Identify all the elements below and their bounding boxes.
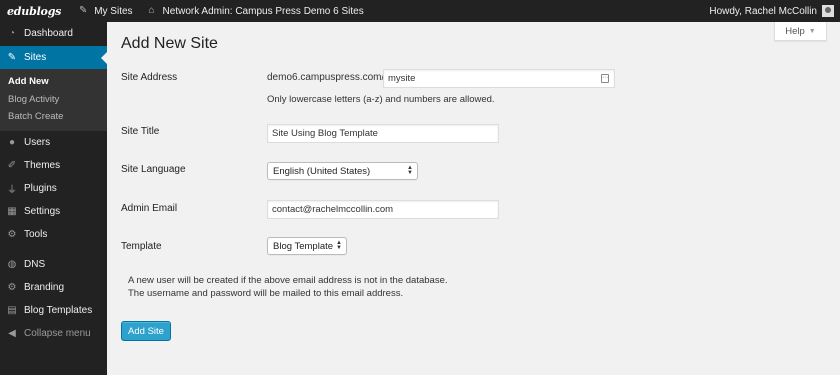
edublogs-logo[interactable]: edublogs	[0, 0, 71, 22]
submenu-blog-activity[interactable]: Blog Activity	[0, 91, 107, 109]
admin-bar: edublogs ✎ My Sites ⌂ Network Admin: Cam…	[0, 0, 840, 22]
help-label: Help	[785, 25, 805, 37]
site-address-prefix: demo6.campuspress.com/	[267, 72, 385, 83]
chevron-down-icon: ▼	[808, 27, 816, 35]
my-sites-label: My Sites	[94, 5, 133, 17]
sidebar-item-label: Tools	[24, 228, 48, 240]
collapse-menu-button[interactable]: ◀ Collapse menu	[0, 322, 107, 345]
globe-icon: ◍	[7, 258, 17, 270]
paintbrush-icon: ✐	[7, 159, 17, 171]
submenu-add-new[interactable]: Add New	[0, 73, 107, 91]
page-title: Add New Site	[121, 35, 218, 52]
site-language-select[interactable]: English (United States) ▲ ▼	[267, 162, 418, 180]
add-site-button[interactable]: Add Site	[121, 321, 171, 341]
email-note-line: The username and password will be mailed…	[128, 288, 404, 299]
key-icon: ⋯	[601, 74, 609, 83]
sites-submenu: Add New Blog Activity Batch Create	[0, 69, 107, 131]
sidebar-item-plugins[interactable]: ⏚ Plugins	[0, 177, 107, 200]
sidebar-item-branding[interactable]: ⚙ Branding	[0, 276, 107, 299]
site-language-label: Site Language	[121, 164, 186, 175]
email-note: A new user will be created if the above …	[128, 274, 448, 300]
site-address-input[interactable]: mysite ⋯	[383, 69, 615, 88]
howdy-label: Howdy, Rachel McCollin	[709, 5, 817, 17]
plug-icon: ⏚	[7, 184, 17, 196]
wrench-icon: ✎	[7, 52, 17, 63]
sidebar-item-blog-templates[interactable]: ▤ Blog Templates	[0, 299, 107, 322]
sidebar-item-label: Plugins	[24, 182, 57, 194]
user-icon: ●	[8, 136, 16, 148]
sidebar-item-sites[interactable]: ✎ Sites	[0, 46, 107, 69]
sidebar-item-settings[interactable]: ▦ Settings	[0, 200, 107, 223]
template-value: Blog Template	[273, 240, 334, 252]
sidebar-item-label: Branding	[24, 281, 65, 293]
collapse-menu-label: Collapse menu	[24, 327, 91, 339]
submenu-batch-create[interactable]: Batch Create	[0, 108, 107, 126]
sidebar-item-tools[interactable]: ⚙ Tools	[0, 223, 107, 246]
admin-email-input[interactable]: contact@rachelmccollin.com	[267, 200, 499, 219]
sidebar-item-dashboard[interactable]: ◔ Dashboard	[0, 22, 107, 45]
template-select[interactable]: Blog Template ▲ ▼	[267, 237, 347, 255]
site-address-label: Site Address	[121, 72, 178, 83]
network-admin-label: Network Admin: Campus Press Demo 6 Sites	[162, 5, 364, 17]
sidebar-item-label: Blog Templates	[24, 304, 93, 316]
site-title-input[interactable]: Site Using Blog Template	[267, 124, 499, 143]
sidebar-item-dns[interactable]: ◍ DNS	[0, 253, 107, 276]
site-title-label: Site Title	[121, 126, 160, 137]
my-sites-menu[interactable]: ✎ My Sites	[71, 0, 139, 22]
avatar	[822, 5, 834, 17]
gear-icon: ⚙	[7, 228, 17, 240]
sidebar-item-label: Users	[24, 136, 51, 148]
site-language-value: English (United States)	[273, 165, 371, 177]
gear-icon: ⚙	[7, 281, 17, 293]
admin-email-value: contact@rachelmccollin.com	[272, 204, 394, 215]
sidebar-item-label: DNS	[24, 258, 46, 270]
sidebar-item-label: Themes	[24, 159, 61, 171]
site-title-value: Site Using Blog Template	[272, 128, 378, 139]
template-label: Template	[121, 241, 162, 252]
sidebar-item-label: Sites	[24, 52, 47, 63]
settings-icon: ▦	[7, 205, 17, 217]
admin-email-label: Admin Email	[121, 203, 178, 214]
sidebar-item-label: Settings	[24, 205, 61, 217]
network-admin-menu[interactable]: ⌂ Network Admin: Campus Press Demo 6 Sit…	[140, 0, 371, 22]
select-arrows-icon: ▲ ▼	[336, 240, 342, 251]
help-button[interactable]: Help ▼	[774, 22, 827, 41]
collapse-icon: ◀	[8, 327, 16, 339]
dashboard-icon: ◔	[8, 28, 16, 39]
admin-sidebar: ◔ Dashboard ✎ Sites Add New Blog Activit…	[0, 22, 107, 375]
wrench-icon: ✎	[78, 5, 88, 16]
account-menu[interactable]: Howdy, Rachel McCollin	[709, 5, 840, 17]
email-note-line: A new user will be created if the above …	[128, 275, 448, 286]
site-address-hint: Only lowercase letters (a-z) and numbers…	[267, 94, 495, 105]
grid-icon: ▤	[7, 304, 17, 316]
select-arrows-icon: ▲ ▼	[407, 165, 413, 176]
sidebar-item-themes[interactable]: ✐ Themes	[0, 154, 107, 177]
sidebar-item-users[interactable]: ● Users	[0, 131, 107, 154]
site-address-value: mysite	[388, 73, 416, 84]
sidebar-item-label: Dashboard	[24, 28, 73, 39]
home-icon: ⌂	[148, 5, 155, 16]
